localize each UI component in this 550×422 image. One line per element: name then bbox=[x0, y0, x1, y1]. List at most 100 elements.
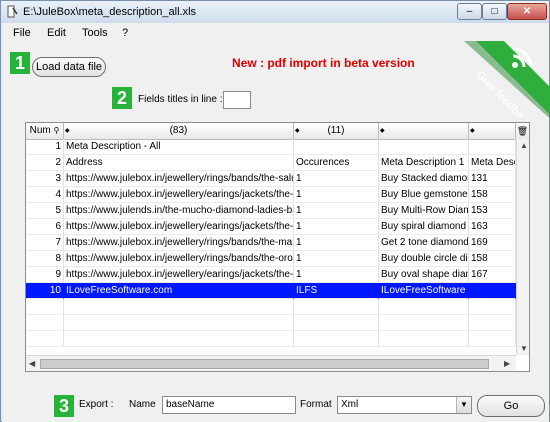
table-cell[interactable]: 1 bbox=[294, 267, 379, 283]
table-cell[interactable]: Buy Multi-Row Diaml bbox=[379, 203, 469, 219]
table-row[interactable] bbox=[26, 315, 516, 331]
table-row[interactable]: 4 https://www.julebox.in/jewellery/earing… bbox=[26, 187, 516, 203]
row-number-cell[interactable] bbox=[26, 299, 64, 315]
column-menu-icon[interactable]: ◆ bbox=[65, 123, 70, 139]
go-button[interactable]: Go bbox=[477, 395, 545, 417]
table-cell[interactable]: Get 2 tone diamond bbox=[379, 235, 469, 251]
table-cell[interactable]: 169 bbox=[469, 235, 516, 251]
table-cell[interactable]: https://www.julebox.in/jewellery/rings/b… bbox=[64, 235, 294, 251]
header-num[interactable]: Num ⚲ bbox=[26, 123, 64, 139]
table-cell[interactable] bbox=[379, 299, 469, 315]
row-number-cell[interactable]: 5 bbox=[26, 203, 64, 219]
maximize-button[interactable]: □ bbox=[482, 3, 507, 20]
table-cell[interactable] bbox=[469, 283, 516, 299]
table-cell[interactable] bbox=[64, 331, 294, 347]
load-data-file-button[interactable]: Load data file bbox=[32, 57, 106, 77]
table-cell[interactable] bbox=[64, 315, 294, 331]
menu-help[interactable]: ? bbox=[122, 27, 128, 39]
table-row[interactable]: 5 https://www.julends.in/the-mucho-diamon… bbox=[26, 203, 516, 219]
table-cell[interactable]: Occurences bbox=[294, 155, 379, 171]
table-row[interactable] bbox=[26, 299, 516, 315]
table-cell[interactable]: Buy oval shape diam bbox=[379, 267, 469, 283]
table-cell[interactable]: 158 bbox=[469, 251, 516, 267]
table-row[interactable]: 7 https://www.julebox.in/jewellery/rings/… bbox=[26, 235, 516, 251]
table-cell[interactable]: 153 bbox=[469, 203, 516, 219]
table-cell[interactable] bbox=[294, 139, 379, 155]
table-row[interactable]: 1 Meta Description - All bbox=[26, 139, 516, 155]
header-col-3[interactable]: ◆ bbox=[379, 123, 469, 139]
menu-tools[interactable]: Tools bbox=[82, 27, 108, 39]
table-cell[interactable]: Address bbox=[64, 155, 294, 171]
menu-file[interactable]: File bbox=[13, 27, 31, 39]
table-cell[interactable]: Buy Stacked diamor bbox=[379, 171, 469, 187]
table-cell[interactable]: Buy Blue gemstone r bbox=[379, 187, 469, 203]
table-cell[interactable]: https://www.julebox.in/jewellery/earings… bbox=[64, 219, 294, 235]
table-cell[interactable] bbox=[294, 331, 379, 347]
export-name-input[interactable]: baseName bbox=[162, 396, 296, 414]
vertical-scrollbar[interactable]: ▲ ▼ bbox=[516, 139, 529, 355]
table-cell[interactable] bbox=[294, 299, 379, 315]
table-cell[interactable]: https://www.julebox.in/jewellery/rings/b… bbox=[64, 251, 294, 267]
table-cell[interactable] bbox=[469, 299, 516, 315]
table-cell[interactable]: 1 bbox=[294, 203, 379, 219]
table-cell[interactable] bbox=[379, 139, 469, 155]
row-number-cell[interactable]: 9 bbox=[26, 267, 64, 283]
minimize-button[interactable]: – bbox=[457, 3, 482, 20]
horizontal-scroll-thumb[interactable] bbox=[40, 359, 489, 369]
table-cell[interactable]: https://www.julends.in/the-mucho-diamond… bbox=[64, 203, 294, 219]
scroll-down-icon[interactable]: ▼ bbox=[520, 344, 528, 353]
table-cell[interactable]: https://www.julebox.in/jewellery/rings/b… bbox=[64, 171, 294, 187]
column-menu-icon[interactable]: ◆ bbox=[380, 123, 385, 139]
table-cell[interactable]: https://www.julebox.in/jewellery/earings… bbox=[64, 267, 294, 283]
table-cell[interactable] bbox=[379, 315, 469, 331]
table-row[interactable]: 10 ILoveFreeSoftware.com ILFS ILoveFreeSoft… bbox=[26, 283, 516, 299]
search-icon[interactable]: ⚲ bbox=[54, 126, 60, 135]
table-cell[interactable] bbox=[379, 331, 469, 347]
row-number-cell[interactable]: 4 bbox=[26, 187, 64, 203]
chevron-down-icon[interactable]: ▼ bbox=[456, 397, 471, 413]
table-cell[interactable]: 167 bbox=[469, 267, 516, 283]
row-number-cell[interactable] bbox=[26, 331, 64, 347]
table-cell[interactable]: 158 bbox=[469, 187, 516, 203]
table-row[interactable] bbox=[26, 331, 516, 347]
header-col-4[interactable]: ◆ bbox=[469, 123, 516, 139]
table-cell[interactable]: Meta Desc bbox=[469, 155, 516, 171]
row-number-cell[interactable]: 6 bbox=[26, 219, 64, 235]
table-cell[interactable]: 1 bbox=[294, 187, 379, 203]
table-row[interactable]: 6 https://www.julebox.in/jewellery/earing… bbox=[26, 219, 516, 235]
header-col-2[interactable]: ◆ (11) bbox=[294, 123, 379, 139]
row-number-cell[interactable]: 2 bbox=[26, 155, 64, 171]
table-cell[interactable] bbox=[294, 315, 379, 331]
table-cell[interactable]: Meta Description 1 bbox=[379, 155, 469, 171]
horizontal-scrollbar[interactable]: ◀ ▶ bbox=[26, 355, 516, 371]
table-cell[interactable]: 1 bbox=[294, 235, 379, 251]
row-number-cell[interactable] bbox=[26, 315, 64, 331]
format-select[interactable]: Xml ▼ bbox=[337, 396, 472, 414]
column-menu-icon[interactable]: ◆ bbox=[470, 123, 475, 139]
table-cell[interactable]: 1 bbox=[294, 219, 379, 235]
table-cell[interactable]: ILoveFreeSoftware bbox=[379, 283, 469, 299]
header-col-1[interactable]: ◆ (83) bbox=[64, 123, 294, 139]
row-number-cell[interactable]: 7 bbox=[26, 235, 64, 251]
table-cell[interactable]: 1 bbox=[294, 171, 379, 187]
delete-column-button[interactable]: 🗑 bbox=[516, 123, 529, 139]
table-cell[interactable]: 131 bbox=[469, 171, 516, 187]
close-button[interactable]: ✕ bbox=[507, 3, 547, 20]
table-cell[interactable]: Meta Description - All bbox=[64, 139, 294, 155]
table-cell[interactable] bbox=[469, 331, 516, 347]
row-number-cell[interactable]: 8 bbox=[26, 251, 64, 267]
table-cell[interactable] bbox=[469, 315, 516, 331]
scroll-up-icon[interactable]: ▲ bbox=[520, 141, 528, 150]
fields-titles-input[interactable] bbox=[223, 91, 251, 109]
table-cell[interactable]: https://www.julebox.in/jewellery/earings… bbox=[64, 187, 294, 203]
scroll-left-icon[interactable]: ◀ bbox=[29, 359, 35, 368]
table-cell[interactable]: Buy double circle dia bbox=[379, 251, 469, 267]
table-cell[interactable] bbox=[469, 139, 516, 155]
table-cell[interactable]: 1 bbox=[294, 251, 379, 267]
row-number-cell[interactable]: 10 bbox=[26, 283, 64, 299]
scroll-right-icon[interactable]: ▶ bbox=[504, 359, 510, 368]
table-row[interactable]: 2 Address Occurences Meta Description 1 Meta… bbox=[26, 155, 516, 171]
table-row[interactable]: 3 https://www.julebox.in/jewellery/rings/… bbox=[26, 171, 516, 187]
menu-edit[interactable]: Edit bbox=[47, 27, 66, 39]
row-number-cell[interactable]: 1 bbox=[26, 139, 64, 155]
